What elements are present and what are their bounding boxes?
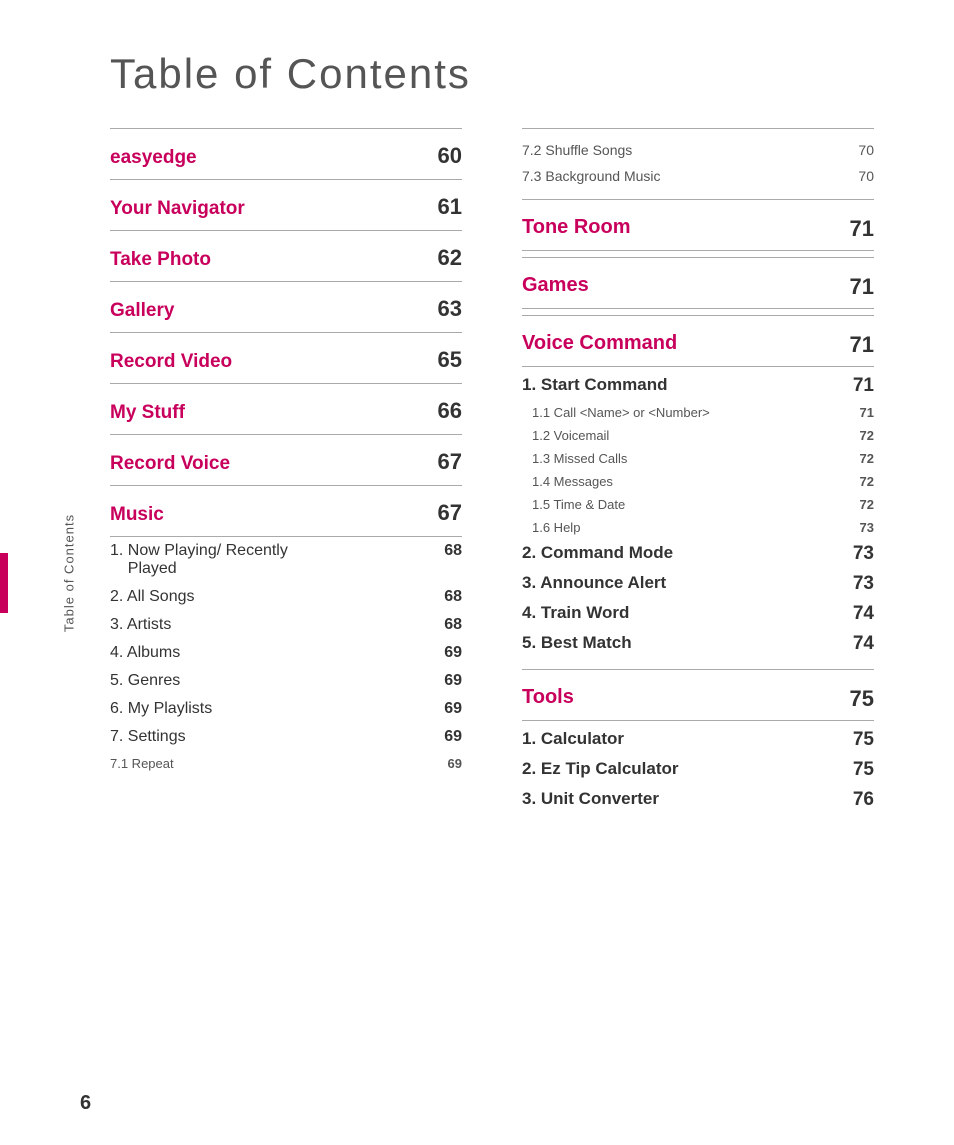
music-sub-genres: 5. Genres 69: [110, 667, 462, 695]
tools-header: Tools 75: [522, 678, 874, 721]
vc-announce-alert: 3. Announce Alert 73: [522, 569, 874, 599]
music-sub-albums: 4. Albums 69: [110, 639, 462, 667]
left-column: easyedge 60 Your Navigator 61 Take Photo…: [110, 128, 462, 815]
vc-missed-calls: 1.3 Missed Calls 72: [522, 447, 874, 470]
music-sub-now-playing: 1. Now Playing/ Recently Played 68: [110, 537, 462, 583]
tools-ez-tip: 2. Ez Tip Calculator 75: [522, 755, 874, 785]
vc-call-name: 1.1 Call <Name> or <Number> 71: [522, 401, 874, 424]
music-sub-all-songs: 2. All Songs 68: [110, 583, 462, 611]
games-section: Games 71: [522, 257, 874, 309]
voice-command-section: Voice Command 71 1. Start Command 71 1.1…: [522, 315, 874, 659]
side-label: Table of Contents: [62, 513, 77, 631]
music-sub-repeat: 7.1 Repeat 69: [110, 751, 462, 776]
games-header: Games 71: [522, 266, 874, 309]
vc-best-match: 5. Best Match 74: [522, 629, 874, 659]
vc-messages: 1.4 Messages 72: [522, 470, 874, 493]
vc-time-date: 1.5 Time & Date 72: [522, 493, 874, 516]
page: Table of Contents Table of Contents easy…: [0, 0, 954, 1145]
entry-music: Music 67: [110, 486, 462, 537]
tools-calculator: 1. Calculator 75: [522, 725, 874, 755]
entry-my-stuff: My Stuff 66: [110, 384, 462, 435]
vc-start-command: 1. Start Command 71: [522, 371, 874, 401]
entry-take-photo: Take Photo 62: [110, 231, 462, 282]
side-bar: [0, 553, 8, 613]
tone-room-header: Tone Room 71: [522, 208, 874, 251]
tone-room-section: Tone Room 71: [522, 199, 874, 251]
page-number: 6: [80, 1092, 91, 1115]
right-column: 7.2 Shuffle Songs 70 7.3 Background Musi…: [522, 128, 874, 815]
vc-help: 1.6 Help 73: [522, 516, 874, 539]
shuffle-songs-entry: 7.2 Shuffle Songs 70: [522, 137, 874, 163]
entry-record-video: Record Video 65: [110, 333, 462, 384]
entry-record-voice: Record Voice 67: [110, 435, 462, 486]
entry-your-navigator: Your Navigator 61: [110, 180, 462, 231]
voice-command-header: Voice Command 71: [522, 324, 874, 367]
page-title: Table of Contents: [110, 50, 954, 98]
entry-easyedge: easyedge 60: [110, 129, 462, 180]
tools-section: Tools 75 1. Calculator 75 2. Ez Tip Calc…: [522, 669, 874, 815]
vc-train-word: 4. Train Word 74: [522, 599, 874, 629]
music-sub-settings: 7. Settings 69: [110, 723, 462, 751]
music-settings-section: 7.2 Shuffle Songs 70 7.3 Background Musi…: [522, 128, 874, 189]
content-area: easyedge 60 Your Navigator 61 Take Photo…: [0, 128, 954, 815]
entry-gallery: Gallery 63: [110, 282, 462, 333]
tools-unit-converter: 3. Unit Converter 76: [522, 785, 874, 815]
background-music-entry: 7.3 Background Music 70: [522, 163, 874, 189]
music-sub-my-playlists: 6. My Playlists 69: [110, 695, 462, 723]
vc-command-mode: 2. Command Mode 73: [522, 539, 874, 569]
vc-voicemail: 1.2 Voicemail 72: [522, 424, 874, 447]
music-sub-artists: 3. Artists 68: [110, 611, 462, 639]
